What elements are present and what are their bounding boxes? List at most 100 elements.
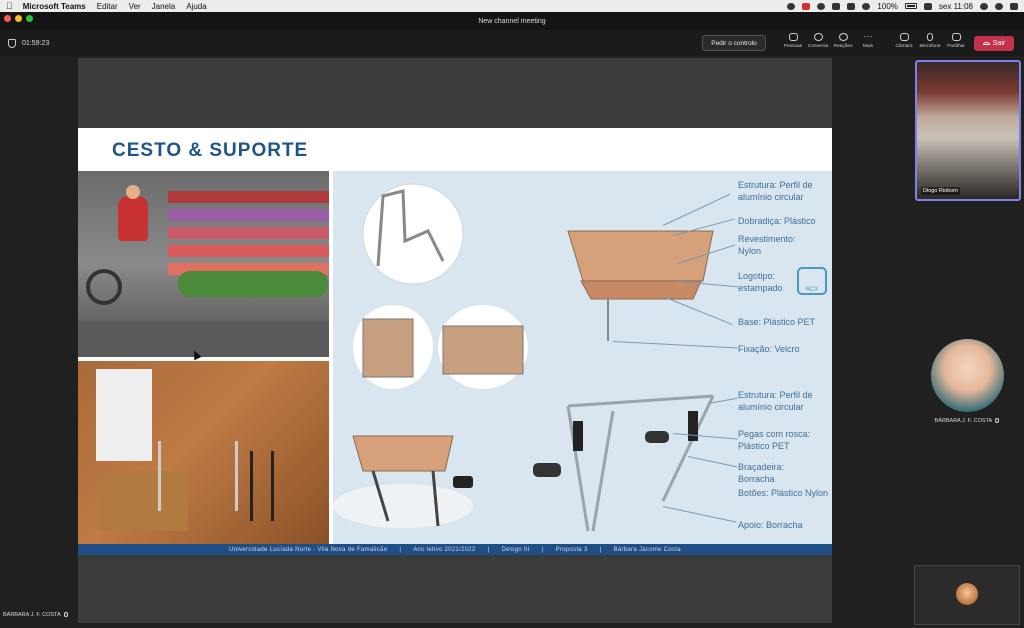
label-estrutura-top: Estrutura: Perfil de alumínio circular <box>738 180 813 202</box>
battery-icon[interactable] <box>904 3 917 9</box>
presentation-slide: CESTO & SUPORTE RCX Estrutura: Perfil de… <box>78 128 832 555</box>
window-title-bar: New channel meeting <box>0 12 1024 30</box>
people-button[interactable]: Pessoas <box>780 33 806 53</box>
label-bracadeira: Braçadeira: Borracha <box>738 462 785 484</box>
antivirus-icon[interactable] <box>802 2 811 10</box>
fullscreen-window-icon[interactable] <box>26 15 33 22</box>
more-button[interactable]: ··· Mais <box>855 31 881 53</box>
reactions-icon <box>838 33 848 41</box>
footer-separator: | <box>541 546 544 553</box>
label-dobradica: Dobradiça: Plástico <box>738 216 816 226</box>
status-area: 100% sex 11:08 <box>787 2 1018 11</box>
people-label: Pessoas <box>783 44 803 49</box>
participant-video-name: Diogo Riobom <box>921 187 960 195</box>
sketch-board <box>96 369 152 461</box>
camera-button[interactable]: Câmara <box>891 33 917 53</box>
person-head <box>126 185 140 199</box>
footer-separator: | <box>399 546 402 553</box>
chat-button[interactable]: Conversa <box>805 33 831 53</box>
screen-mirroring-icon[interactable] <box>923 2 932 10</box>
teams-window:  Microsoft Teams Editar Ver Janela Ajud… <box>0 0 1024 628</box>
window-title: New channel meeting <box>478 17 546 25</box>
footer-university: Universidade Lusíada Norte · Vila Nova d… <box>229 546 388 553</box>
menu-ajuda[interactable]: Ajuda <box>186 2 206 11</box>
menu-janela[interactable]: Janela <box>152 2 176 11</box>
label-pegas: Pegas com rosca: Plástico PET <box>738 429 811 451</box>
request-control-button[interactable]: Pedir o controlo <box>702 35 766 51</box>
support-frames <box>158 441 238 511</box>
control-center-icon[interactable] <box>1010 2 1018 10</box>
black-supports <box>250 451 274 521</box>
participant-video-tile[interactable]: Diogo Riobom <box>915 60 1021 201</box>
siri-icon[interactable] <box>995 2 1003 10</box>
mic-off-icon <box>995 418 1000 424</box>
people-icon <box>788 33 798 41</box>
label-botoes: Botões: Plástico Nylon <box>738 488 829 498</box>
more-label: Mais <box>862 44 874 49</box>
cloud-icon[interactable] <box>817 2 826 10</box>
presenter-name: BÁRBARA J. F. COSTA <box>3 612 61 618</box>
share-tray-icon <box>951 33 961 41</box>
meeting-timer: 01:59:23 <box>8 38 49 48</box>
microphone-button[interactable]: Microfone <box>917 33 943 53</box>
mac-menu-bar:  Microsoft Teams Editar Ver Janela Ajud… <box>0 0 1024 12</box>
participant-avatar-name-row: BÁRBARA J. F. COSTA <box>920 418 1014 424</box>
floor <box>78 321 329 357</box>
reactions-label: Reações <box>833 44 853 49</box>
shelf-row <box>168 191 329 203</box>
label-estrutura-bottom: Estrutura: Perfil de alumínio circular <box>738 390 813 412</box>
person-figure <box>118 196 148 241</box>
share-button[interactable]: Partilhar <box>943 33 969 53</box>
footer-separator: | <box>599 546 602 553</box>
participant-avatar[interactable] <box>931 339 1004 412</box>
chat-label: Conversa <box>807 44 829 49</box>
shelf-row <box>168 227 329 239</box>
self-avatar <box>956 583 978 605</box>
more-icon: ··· <box>863 31 873 41</box>
spotlight-icon[interactable] <box>980 2 988 10</box>
footer-author: Bárbara Jácome Costa <box>613 546 681 553</box>
meeting-toolbar: 01:59:23 Pedir o controlo Pessoas Conver… <box>0 30 1024 56</box>
menu-app-name[interactable]: Microsoft Teams <box>23 2 86 11</box>
participant-avatar-name: BÁRBARA J. F. COSTA <box>934 418 992 424</box>
logo-text: RCX <box>805 287 819 293</box>
product-details-panel: RCX Estrutura: Perfil de alumínio circul… <box>333 171 832 544</box>
window-controls <box>4 15 33 22</box>
minimize-window-icon[interactable] <box>15 15 22 22</box>
mic-off-icon <box>63 612 68 618</box>
label-fixacao: Fixação: Velcro <box>738 344 800 354</box>
battery-percent: 100% <box>877 1 898 11</box>
close-window-icon[interactable] <box>4 15 11 22</box>
presenter-name-row: BÁRBARA J. F. COSTA <box>3 612 68 618</box>
logo-icon: RCX <box>797 267 827 295</box>
label-logotipo: Logotipo: estampado <box>738 271 783 293</box>
display-stand-render-image <box>78 361 329 544</box>
slide-footer: Universidade Lusíada Norte · Vila Nova d… <box>78 544 832 555</box>
bluetooth-icon[interactable] <box>832 2 841 10</box>
wheelchair-wheel <box>86 269 122 305</box>
shield-icon[interactable] <box>8 38 16 48</box>
watermelon-row <box>178 271 328 297</box>
footer-proposal: Proposta 3 <box>555 546 588 553</box>
hang-up-icon <box>982 42 990 45</box>
microphone-off-icon <box>927 33 933 41</box>
keyboard-icon[interactable] <box>847 2 856 10</box>
camera-off-icon <box>899 33 909 41</box>
shelf-row <box>168 245 329 257</box>
share-label: Partilhar <box>947 44 965 49</box>
footer-year: Ano letivo 2021/2022 <box>413 546 476 553</box>
footer-separator: | <box>487 546 490 553</box>
clock[interactable]: sex 11:08 <box>939 2 973 11</box>
leave-button[interactable]: Sair <box>974 36 1014 51</box>
menu-editar[interactable]: Editar <box>97 2 118 11</box>
menu-ver[interactable]: Ver <box>129 2 141 11</box>
chat-icon <box>813 33 823 41</box>
shelf-row <box>168 209 329 221</box>
reactions-button[interactable]: Reações <box>830 33 856 53</box>
slide-title: CESTO & SUPORTE <box>112 140 309 161</box>
apple-icon[interactable]:  <box>6 1 13 11</box>
creative-cloud-icon[interactable] <box>787 2 796 10</box>
leave-label: Sair <box>992 40 1006 47</box>
wifi-icon[interactable] <box>862 2 871 10</box>
microphone-label: Microfone <box>919 44 941 49</box>
